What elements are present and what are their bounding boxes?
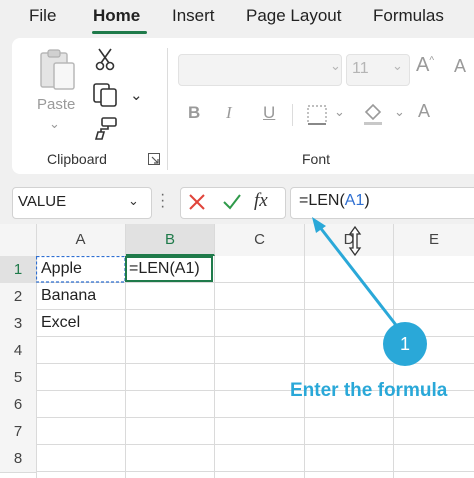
copy-chevron-down-icon[interactable]: ⌄	[130, 86, 143, 104]
dialog-launcher-icon[interactable]	[148, 153, 160, 165]
row-header-6[interactable]: 6	[0, 391, 36, 419]
font-group-label: Font	[302, 151, 331, 167]
decrease-font-size-icon[interactable]: A	[454, 56, 466, 77]
ribbon-tab-bar: File Home Insert Page Layout Formulas	[0, 0, 474, 36]
cell-a1[interactable]: Apple	[41, 260, 82, 278]
step-number-badge: 1	[383, 322, 427, 366]
paste-icon[interactable]	[38, 48, 78, 92]
column-resize-cursor-icon	[348, 226, 362, 256]
format-divider	[292, 104, 293, 126]
borders-chevron-down-icon[interactable]: ⌄	[334, 104, 345, 120]
row-header-8[interactable]: 8	[0, 445, 36, 473]
column-header-c[interactable]: C	[215, 224, 305, 256]
increase-font-size-icon[interactable]: A^	[416, 54, 434, 77]
cell-a2[interactable]: Banana	[41, 287, 96, 305]
bold-button[interactable]: B	[188, 103, 200, 123]
font-size-chevron-down-icon[interactable]: ⌄	[392, 58, 403, 74]
checkmark-icon[interactable]	[222, 193, 242, 211]
cell-grid[interactable]	[36, 256, 474, 478]
row-header-7[interactable]: 7	[0, 418, 36, 446]
fill-color-chevron-down-icon[interactable]: ⌄	[394, 104, 405, 120]
format-painter-icon[interactable]	[92, 116, 118, 140]
tab-file[interactable]: File	[29, 6, 56, 26]
clipboard-group-label: Clipboard	[47, 151, 107, 167]
column-header-b[interactable]: B	[126, 224, 215, 256]
formula-text: =LEN(A1)	[299, 192, 370, 209]
tab-formulas[interactable]: Formulas	[373, 6, 444, 26]
active-tab-indicator	[92, 31, 147, 34]
font-name-dropdown[interactable]	[178, 54, 342, 86]
paste-label[interactable]: Paste	[37, 96, 75, 113]
formula-cell-reference: A1	[344, 192, 365, 209]
borders-icon[interactable]	[306, 104, 328, 126]
row-header-3[interactable]: 3	[0, 310, 36, 338]
row-header-5[interactable]: 5	[0, 364, 36, 392]
insert-function-icon[interactable]: fx	[254, 190, 268, 212]
font-size-value: 11	[352, 60, 369, 77]
name-box-value: VALUE	[18, 193, 67, 210]
cell-a3[interactable]: Excel	[41, 314, 80, 332]
ribbon-group-divider	[167, 48, 168, 170]
more-options-icon[interactable]: · · ·	[160, 187, 165, 215]
cell-b1[interactable]: =LEN(A1)	[129, 260, 200, 278]
copy-icon[interactable]	[92, 82, 120, 108]
font-name-chevron-down-icon[interactable]: ⌄	[330, 58, 341, 74]
italic-button[interactable]: I	[226, 103, 232, 123]
fill-color-icon[interactable]	[362, 102, 384, 126]
column-header-e[interactable]: E	[394, 224, 474, 256]
font-color-icon[interactable]: A	[418, 101, 430, 122]
paste-chevron-down-icon[interactable]: ⌄	[49, 116, 60, 132]
tab-insert[interactable]: Insert	[172, 6, 215, 26]
column-header-a[interactable]: A	[36, 224, 126, 256]
tab-page-layout[interactable]: Page Layout	[246, 6, 341, 26]
tab-home[interactable]: Home	[93, 6, 140, 26]
step-caption: Enter the formula	[290, 380, 448, 401]
row-header-4[interactable]: 4	[0, 337, 36, 365]
name-box-chevron-down-icon[interactable]: ⌄	[128, 193, 139, 209]
select-all-corner[interactable]	[0, 224, 37, 256]
row-header-2[interactable]: 2	[0, 283, 36, 311]
scissors-icon[interactable]	[94, 47, 116, 71]
underline-button[interactable]: U	[263, 103, 275, 123]
row-header-1[interactable]: 1	[0, 256, 36, 284]
cancel-icon[interactable]	[188, 193, 206, 211]
